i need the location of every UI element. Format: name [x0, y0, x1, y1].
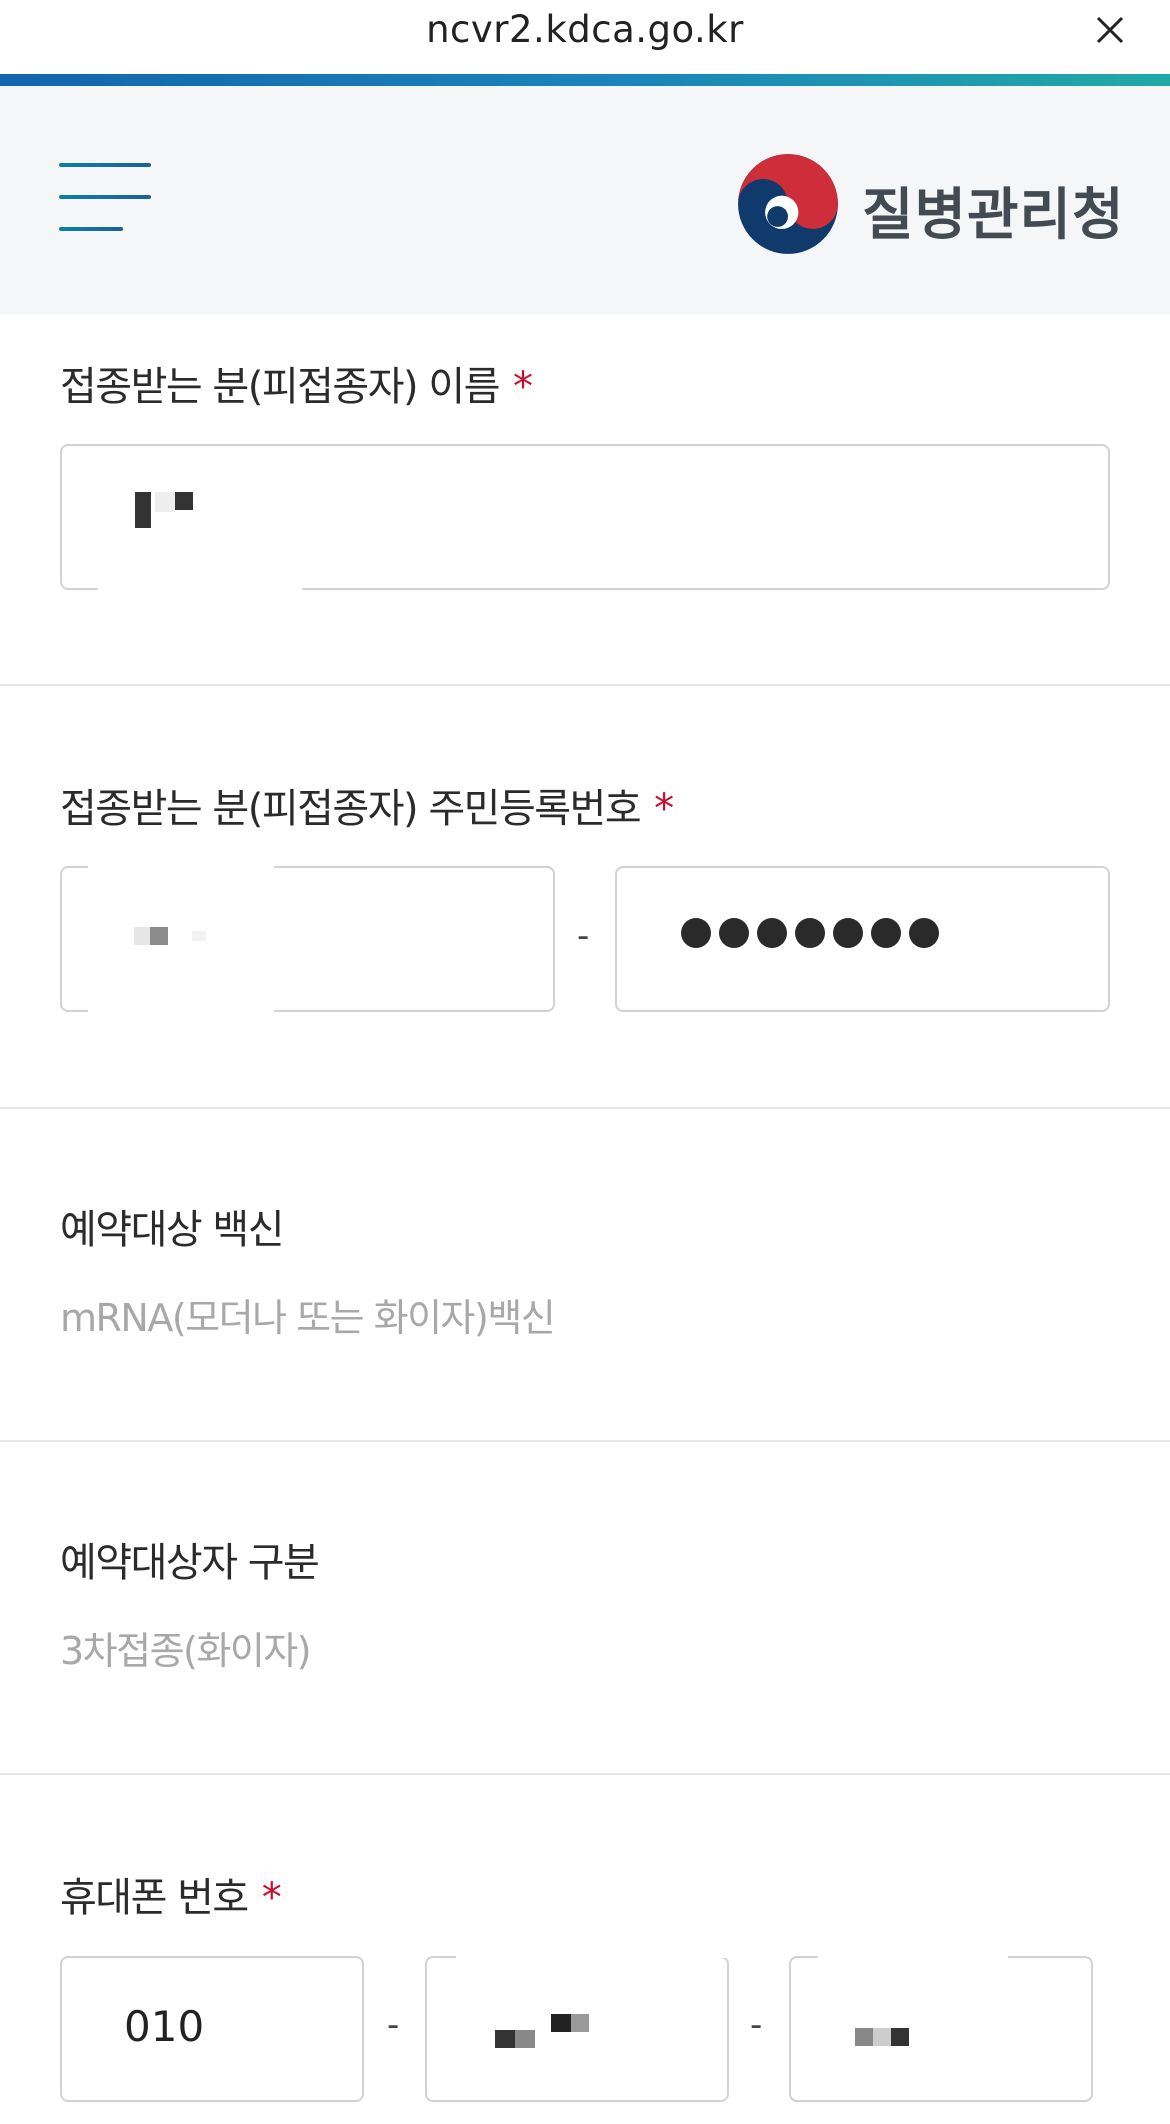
rrn-back-input[interactable]: [615, 866, 1110, 1012]
redacted-text: [855, 2028, 873, 2046]
vaccine-value: mRNA(모더나 또는 화이자)백신: [60, 1296, 556, 1340]
rrn-section: 접종받는 분(피접종자) 주민등록번호 * -: [0, 684, 1170, 1109]
category-label: 예약대상자 구분: [60, 1540, 320, 1586]
rrn-label: 접종받는 분(피접종자) 주민등록번호 *: [60, 786, 674, 832]
required-mark: *: [512, 364, 533, 410]
name-section: 접종받는 분(피접종자) 이름 *: [0, 314, 1170, 686]
category-section: 예약대상자 구분 3차접종(화이자): [0, 1440, 1170, 1775]
site-header: 질병관리청: [0, 86, 1170, 314]
browser-url-bar: ncvr2.kdca.go.kr: [0, 0, 1170, 74]
phone-separator-2: -: [750, 2005, 763, 2045]
redacted-text: [495, 2030, 515, 2048]
phone-separator-1: -: [387, 2005, 400, 2045]
vaccine-label: 예약대상 백신: [60, 1207, 285, 1253]
required-mark: *: [654, 786, 674, 832]
kdca-logo[interactable]: 질병관리청: [736, 152, 1124, 256]
phone-prefix-input[interactable]: 010: [60, 1956, 364, 2102]
close-icon[interactable]: [1090, 10, 1130, 50]
phone-label: 휴대폰 번호 *: [60, 1875, 282, 1921]
header-accent-line: [0, 74, 1170, 86]
taegeuk-emblem-icon: [738, 154, 838, 254]
name-input[interactable]: [60, 444, 1110, 590]
category-value: 3차접종(화이자): [60, 1629, 312, 1673]
name-label: 접종받는 분(피접종자) 이름 *: [60, 364, 533, 410]
phone-middle-input[interactable]: [425, 1956, 729, 2102]
rrn-separator: -: [577, 916, 590, 956]
masked-password-dots: [681, 918, 939, 948]
phone-section: 휴대폰 번호 * 010 - -: [0, 1773, 1170, 2124]
logo-text: 질병관리청: [862, 183, 1125, 248]
rrn-front-input[interactable]: [60, 866, 555, 1012]
phone-prefix-value: 010: [124, 2002, 205, 2051]
redacted-text: [134, 927, 150, 945]
phone-last-input[interactable]: [789, 1956, 1093, 2102]
url-text: ncvr2.kdca.go.kr: [426, 8, 744, 51]
required-mark: *: [261, 1875, 282, 1921]
hamburger-menu-icon[interactable]: [59, 163, 151, 231]
vaccine-section: 예약대상 백신 mRNA(모더나 또는 화이자)백신: [0, 1107, 1170, 1442]
redacted-text: [135, 492, 151, 528]
